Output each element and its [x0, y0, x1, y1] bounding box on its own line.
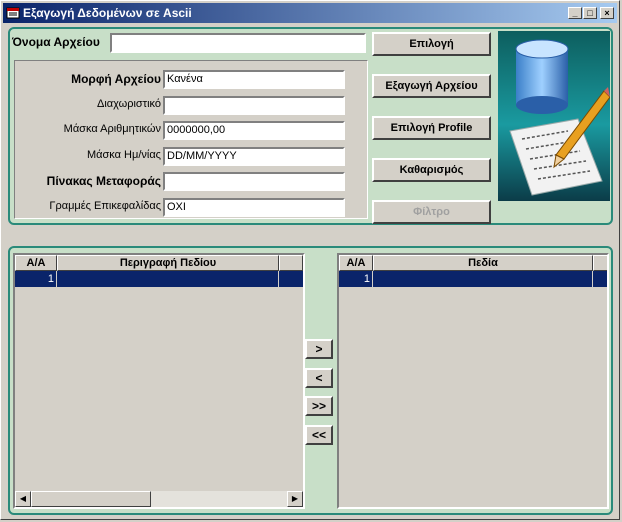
date-mask-field[interactable]: DD/MM/YYYY	[163, 147, 345, 166]
row-aa: 1	[339, 271, 373, 287]
numeric-mask-label: Μάσκα Αριθμητικών	[63, 123, 161, 135]
options-group: Μορφή Αρχείου Κανένα Διαχωριστικό Μάσκα …	[14, 60, 368, 219]
right-col-extra-header	[593, 255, 607, 271]
left-col-extra-header	[279, 255, 303, 271]
title-bar[interactable]: Εξαγωγή Δεδομένων σε Ascii _ □ ×	[3, 3, 617, 23]
date-mask-label: Μάσκα Ημ/νίας	[86, 149, 161, 161]
right-col-fields-header[interactable]: Πεδία	[373, 255, 593, 271]
close-button[interactable]: ×	[600, 7, 614, 19]
row-desc	[57, 271, 279, 287]
select-button[interactable]: Επιλογή	[372, 32, 491, 56]
header-lines-field[interactable]: ΟΧΙ	[163, 198, 345, 217]
row-aa: 1	[15, 271, 57, 287]
right-col-aa-header[interactable]: Α/Α	[339, 255, 373, 271]
settings-panel: Όνομα Αρχείου Μορφή Αρχείου Κανένα Διαχω…	[8, 27, 613, 225]
scroll-right-icon[interactable]: ▶	[287, 491, 303, 507]
available-fields-grid[interactable]: Α/Α Περιγραφή Πεδίου 1 ◀ ▶	[13, 253, 305, 509]
app-icon	[6, 7, 20, 19]
header-lines-label: Γραμμές Επικεφαλίδας	[49, 200, 161, 212]
fields-panel: Α/Α Περιγραφή Πεδίου 1 ◀ ▶ > < >> << Α/Α…	[8, 246, 613, 515]
select-profile-button[interactable]: Επιλογή Profile	[372, 116, 491, 140]
export-database-illustration	[498, 31, 610, 201]
horizontal-scrollbar[interactable]: ◀ ▶	[15, 491, 303, 507]
file-name-label: Όνομα Αρχείου	[12, 35, 100, 49]
remove-all-button[interactable]: <<	[305, 425, 333, 445]
table-row[interactable]: 1	[339, 271, 607, 287]
export-button[interactable]: Εξαγωγή Αρχείου	[372, 74, 491, 98]
scrollbar-thumb[interactable]	[31, 491, 151, 507]
clear-button[interactable]: Καθαρισμός	[372, 158, 491, 182]
remove-field-button[interactable]: <	[305, 368, 333, 388]
selected-fields-grid[interactable]: Α/Α Πεδία 1	[337, 253, 609, 509]
filter-button: Φίλτρο	[372, 200, 491, 224]
file-name-input[interactable]	[110, 33, 366, 53]
row-fields	[373, 271, 593, 287]
minimize-button[interactable]: _	[568, 7, 582, 19]
separator-label: Διαχωριστικό	[97, 98, 161, 110]
add-all-button[interactable]: >>	[305, 396, 333, 416]
transfer-table-label: Πίνακας Μεταφοράς	[46, 174, 161, 188]
numeric-mask-field[interactable]: 0000000,00	[163, 121, 345, 140]
transfer-table-field[interactable]	[163, 172, 345, 191]
window-title: Εξαγωγή Δεδομένων σε Ascii	[23, 6, 192, 20]
left-col-aa-header[interactable]: Α/Α	[15, 255, 57, 271]
separator-field[interactable]	[163, 96, 345, 115]
maximize-button[interactable]: □	[583, 7, 597, 19]
format-field[interactable]: Κανένα	[163, 70, 345, 89]
add-field-button[interactable]: >	[305, 339, 333, 359]
export-ascii-window: Εξαγωγή Δεδομένων σε Ascii _ □ × Όνομα Α…	[0, 0, 620, 520]
scroll-left-icon[interactable]: ◀	[15, 491, 31, 507]
table-row[interactable]: 1	[15, 271, 303, 287]
format-label: Μορφή Αρχείου	[71, 72, 161, 86]
left-col-desc-header[interactable]: Περιγραφή Πεδίου	[57, 255, 279, 271]
